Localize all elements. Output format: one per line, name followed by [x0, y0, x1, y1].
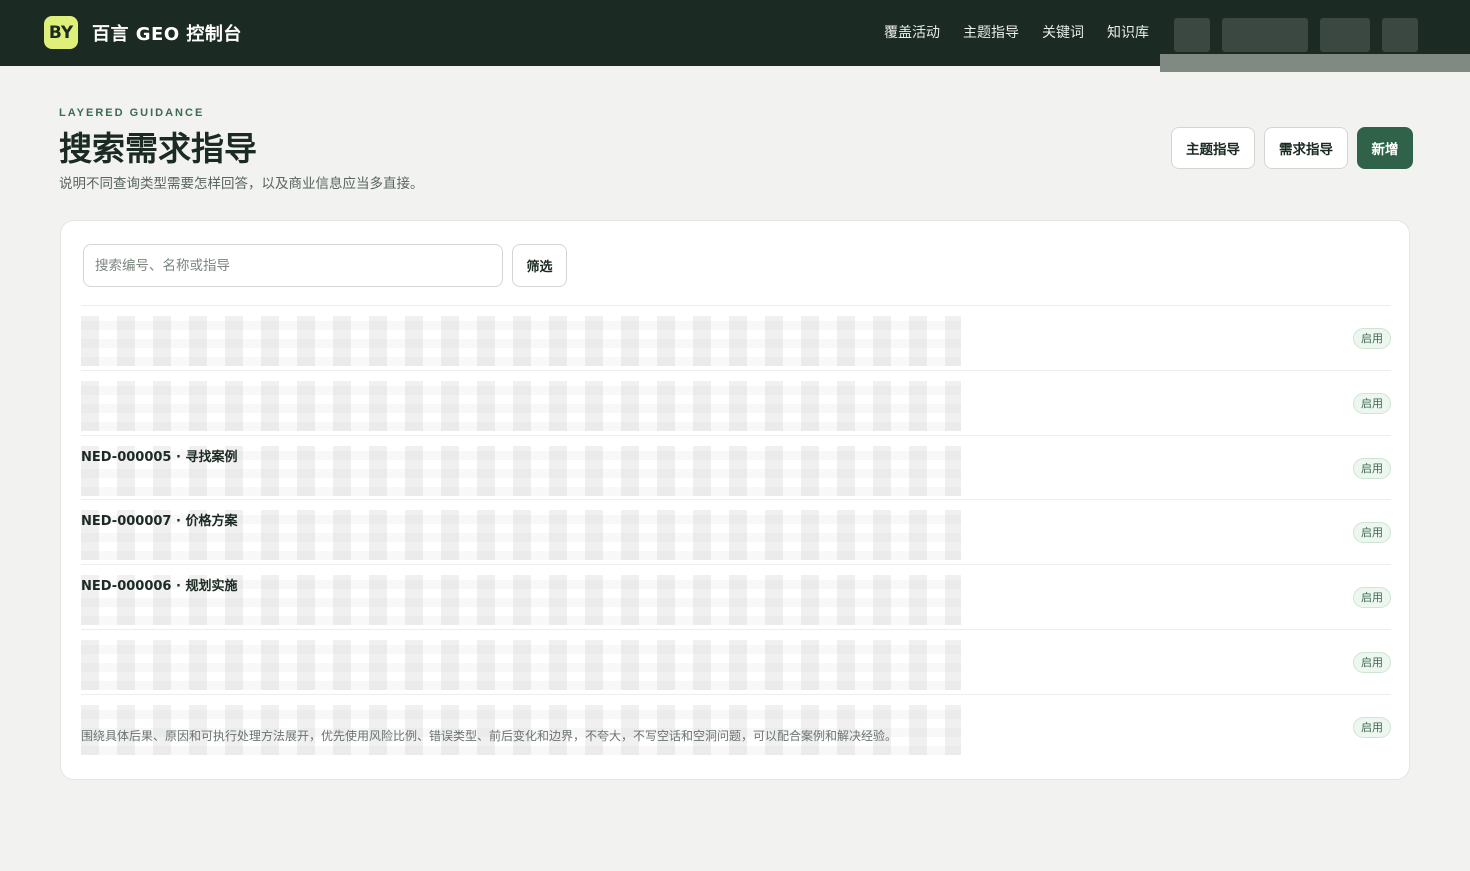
list-item-content[interactable]: [81, 316, 1231, 366]
list-item: NED-000006 · 规划实施 启用: [81, 564, 1391, 629]
search-input[interactable]: [83, 244, 503, 287]
list-item-content[interactable]: NED-000007 · 价格方案: [81, 510, 1231, 561]
list-item: NED-000007 · 价格方案 启用: [81, 499, 1391, 564]
page-subtitle: 说明不同查询类型需要怎样回答，以及商业信息应当多直接。: [59, 176, 424, 192]
list-item: 启用: [81, 305, 1391, 370]
list-item: 围绕具体后果、原因和可执行处理方法展开，优先使用风险比例、错误类型、前后变化和边…: [81, 693, 1391, 759]
list-item-title: NED-000006 · 规划实施: [81, 579, 238, 595]
status-badge: 启用: [1353, 716, 1391, 738]
status-badge: 启用: [1353, 328, 1391, 349]
redacted-content: [81, 380, 961, 431]
list-item: 启用: [81, 628, 1391, 694]
redacted-block: [1174, 18, 1210, 52]
app-logo[interactable]: BY: [44, 16, 78, 49]
redacted-strip: [1160, 54, 1470, 72]
redacted-block: [1382, 18, 1418, 52]
page-title: 搜索需求指导: [59, 129, 257, 168]
nav-item-topic-guidance[interactable]: 主题指导: [963, 22, 1019, 42]
topic-guidance-button[interactable]: 主题指导: [1171, 127, 1255, 169]
guidance-list: 启用 启用 NED-000005 · 寻找案例 启用 NED-000007 · …: [81, 305, 1391, 759]
guidance-list-card: 筛选 启用 启用 NED-000005 · 寻找案例 启用: [60, 220, 1410, 780]
need-guidance-button[interactable]: 需求指导: [1264, 127, 1348, 169]
status-badge: 启用: [1353, 587, 1391, 609]
page-actions: 主题指导 需求指导 新增: [1171, 127, 1413, 169]
list-item-description: 围绕具体后果、原因和可执行处理方法展开，优先使用风险比例、错误类型、前后变化和边…: [81, 728, 898, 743]
list-item: NED-000005 · 寻找案例 启用: [81, 434, 1391, 500]
redacted-block: [1222, 18, 1308, 52]
list-item-content[interactable]: [81, 639, 1231, 690]
nav-item-keywords[interactable]: 关键词: [1042, 22, 1084, 42]
list-item-content[interactable]: NED-000005 · 寻找案例: [81, 445, 1231, 496]
list-item-content[interactable]: 围绕具体后果、原因和可执行处理方法展开，优先使用风险比例、错误类型、前后变化和边…: [81, 704, 1231, 755]
list-item-content[interactable]: NED-000006 · 规划实施: [81, 575, 1231, 626]
nav-item-coverage-activity[interactable]: 覆盖活动: [884, 22, 940, 42]
status-badge: 启用: [1353, 457, 1391, 479]
status-badge: 启用: [1353, 522, 1391, 544]
redacted-content: [81, 316, 961, 366]
list-item: 启用: [81, 369, 1391, 435]
page-eyebrow: LAYERED GUIDANCE: [59, 107, 205, 119]
nav-item-knowledge-base[interactable]: 知识库: [1107, 22, 1149, 42]
user-area-redacted[interactable]: [1160, 16, 1450, 54]
filter-button[interactable]: 筛选: [512, 244, 567, 287]
main-nav: 覆盖活动 主题指导 关键词 知识库: [884, 22, 1149, 42]
list-item-content[interactable]: [81, 380, 1231, 431]
list-item-title: NED-000007 · 价格方案: [81, 514, 238, 530]
add-button[interactable]: 新增: [1357, 127, 1413, 169]
redacted-block: [1320, 18, 1370, 52]
status-badge: 启用: [1353, 651, 1391, 673]
redacted-content: [81, 639, 961, 690]
app-title: 百言 GEO 控制台: [92, 24, 242, 45]
status-badge: 启用: [1353, 392, 1391, 414]
list-item-title: NED-000005 · 寻找案例: [81, 449, 238, 465]
